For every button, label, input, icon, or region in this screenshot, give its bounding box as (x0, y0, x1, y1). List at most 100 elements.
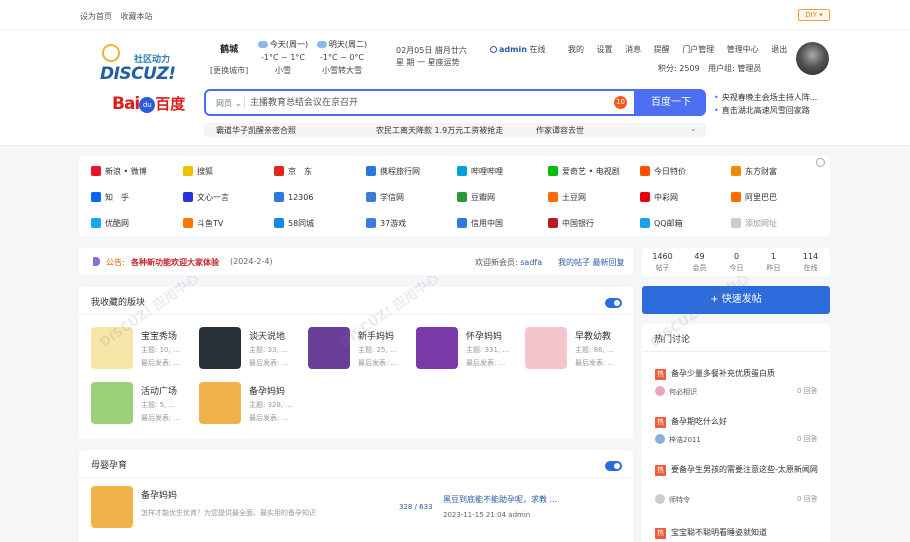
board-topics: 主题: 33, ... (249, 346, 288, 354)
collapse-toggle[interactable] (605, 461, 622, 471)
notice-message[interactable]: 各种新功能欢迎大家体验 (131, 257, 219, 268)
baidu-logo[interactable]: Bai du 百度 (112, 93, 198, 115)
avatar[interactable] (796, 42, 829, 75)
menu-admin-center[interactable]: 管理中心 (727, 45, 759, 54)
board-topics: 主题: 5, ... (141, 401, 176, 409)
site-link[interactable]: 土豆网 (548, 192, 586, 204)
site-link[interactable]: 信用中国 (457, 218, 503, 230)
suggestion-item[interactable]: 农民工离天降款 1.9万元工资被抢走 (376, 125, 503, 136)
board-name[interactable]: 新手妈妈 (358, 329, 394, 342)
change-city-link[interactable]: [更换城市] (210, 65, 248, 76)
user-points[interactable]: 积分: 2509 (658, 64, 700, 73)
my-posts-link[interactable]: 我的帖子 最新回复 (558, 257, 625, 268)
board-name[interactable]: 早教幼教 (575, 329, 611, 342)
site-link[interactable]: 添加网址 (731, 218, 777, 230)
site-link[interactable]: 携程旅行网 (366, 166, 420, 178)
category-board[interactable]: 备孕妈妈 怎样才能优生优育？为您提供最全面、最实用的备孕知识 (91, 486, 391, 530)
search-scope-select[interactable]: 网页 (216, 98, 242, 109)
site-link[interactable]: 哔哩哔哩 (457, 166, 503, 178)
quick-post-button[interactable]: + 快速发帖 (642, 286, 830, 314)
site-link[interactable]: 今日特价 (640, 166, 686, 178)
board-card[interactable]: 宝宝秀场 主题: 10, ... 最后发表: ... (91, 327, 199, 371)
board-card[interactable]: 新手妈妈 主题: 25, ... 最后发表: ... (308, 327, 416, 371)
hot-item[interactable]: 热宝宝聪不聪明看睡姿就知道 (655, 527, 820, 539)
menu-portal-admin[interactable]: 门户管理 (682, 45, 714, 54)
hot-item-author[interactable]: 何必相识 (655, 386, 697, 397)
hot-item-title[interactable]: 备孕少量多餐补充优质蛋白质 (671, 369, 775, 378)
site-link[interactable]: 知 乎 (91, 192, 129, 204)
hot-item-author[interactable]: 师特令 (655, 494, 690, 505)
board-card[interactable]: 怀孕妈妈 主题: 331, ... 最后发表: ... (416, 327, 524, 371)
hot-item-author[interactable]: 梓浩2011 (655, 434, 701, 445)
city-name: 鹤城 (220, 45, 239, 55)
chevron-down-icon[interactable]: ⌄ (690, 124, 697, 133)
site-link[interactable]: 文心一言 (183, 192, 229, 204)
bookmark-link[interactable]: 收藏本站 (121, 12, 153, 21)
site-link[interactable]: 爱奇艺 • 电视剧 (548, 166, 620, 178)
board-card[interactable]: 谈天说地 主题: 33, ... 最后发表: ... (199, 327, 307, 371)
site-link[interactable]: 搜狐 (183, 166, 213, 178)
site-link[interactable]: 12306 (274, 192, 313, 204)
site-link[interactable]: 斗鱼TV (183, 218, 223, 230)
hot-item[interactable]: 热备孕期吃什么好 梓浩2011 0 回答 (655, 416, 820, 444)
username-link[interactable]: admin (499, 45, 527, 54)
site-link[interactable]: 中彩网 (640, 192, 678, 204)
menu-my[interactable]: 我的 (568, 45, 584, 54)
hot-search-item[interactable]: 央视春晚主会场主持人阵... (714, 91, 818, 104)
baidu-paw-icon: du (139, 97, 156, 113)
collapse-toggle[interactable] (605, 298, 622, 308)
site-link[interactable]: 豆瓣网 (457, 192, 495, 204)
suggestion-item[interactable]: 霸道华子凯醒亲密合照 (216, 125, 296, 136)
site-link[interactable]: 阿里巴巴 (731, 192, 777, 204)
site-link[interactable]: 中国银行 (548, 218, 594, 230)
board-card[interactable]: 活动广场 主题: 5, ... 最后发表: ... (91, 382, 199, 426)
suggestion-item[interactable]: 作家谭容去世 (536, 125, 584, 136)
hot-item-title[interactable]: 备孕期吃什么好 (671, 417, 727, 426)
hot-item-title-row: 热备孕期吃什么好 (655, 416, 820, 428)
weather-day: 明天(周二) (328, 40, 368, 49)
site-link[interactable]: 学信网 (366, 192, 404, 204)
author-avatar (655, 494, 665, 504)
site-link[interactable]: 京 东 (274, 166, 312, 178)
board-name[interactable]: 怀孕妈妈 (466, 329, 502, 342)
stat-label: 今日 (729, 264, 744, 272)
site-icon (274, 218, 284, 228)
board-name[interactable]: 备孕妈妈 (249, 384, 285, 397)
set-home-link[interactable]: 设为首页 (80, 12, 112, 21)
category-panel: 母婴孕育 备孕妈妈 怎样才能优生优育？为您提供最全面、最实用的备孕知识 328 … (79, 450, 633, 542)
user-group[interactable]: 用户组: 管理员 (708, 64, 761, 73)
board-name[interactable]: 谈天说地 (249, 329, 285, 342)
site-link[interactable]: 58同城 (274, 218, 314, 230)
menu-settings[interactable]: 设置 (597, 45, 613, 54)
weather-day: 今天(周一) (269, 40, 309, 49)
site-link[interactable]: 37游戏 (366, 218, 406, 230)
last-post-title[interactable]: 黑豆到底能不能助孕呢，求教 ... (443, 494, 557, 505)
site-link[interactable]: QQ邮箱 (640, 218, 683, 230)
board-card[interactable]: 备孕妈妈 主题: 328, ... 最后发表: ... (199, 382, 307, 426)
site-link[interactable]: 新浪 • 微博 (91, 166, 147, 178)
hot-item[interactable]: 热备孕少量多餐补充优质蛋白质 何必相识 0 回答 (655, 368, 820, 396)
menu-messages[interactable]: 消息 (625, 45, 641, 54)
search-input[interactable] (250, 95, 610, 110)
site-link[interactable]: 优酷网 (91, 218, 129, 230)
hot-item[interactable]: 热要备孕生男孩的需要注意这些-太原新闻网 师特令 0 回答 (655, 464, 820, 504)
menu-logout[interactable]: 退出 (771, 45, 787, 54)
weekday-line[interactable]: 星 期 一 星座运势 (396, 57, 467, 69)
hot-search-item[interactable]: 直击湖北高速风雪回家路 (714, 104, 817, 117)
menu-alerts[interactable]: 提醒 (654, 45, 670, 54)
hot-item-title[interactable]: 宝宝聪不聪明看睡姿就知道 (671, 528, 767, 537)
diy-button[interactable]: DIY ▾ (798, 9, 830, 21)
baidu-search-button[interactable]: 百度一下 (636, 89, 706, 116)
site-link[interactable]: 东方财富 (731, 166, 777, 178)
hot-tag: 热 (655, 417, 666, 428)
board-card[interactable]: 早教幼教 主题: 86, ... 最后发表: ... (525, 327, 633, 371)
top-bar: 设为首页 收藏本站 DIY ▾ (0, 0, 910, 30)
hot-item-title[interactable]: 要备孕生男孩的需要注意这些-太原新闻网 (671, 465, 818, 474)
board-name[interactable]: 宝宝秀场 (141, 329, 177, 342)
site-label: 58同城 (288, 219, 315, 228)
board-name[interactable]: 备孕妈妈 (141, 488, 177, 501)
gear-icon[interactable] (816, 158, 825, 167)
site-logo[interactable]: 社区动力 DISCUZ! (98, 40, 182, 84)
board-name[interactable]: 活动广场 (141, 384, 177, 397)
new-member-link[interactable]: sadfa (520, 258, 542, 267)
